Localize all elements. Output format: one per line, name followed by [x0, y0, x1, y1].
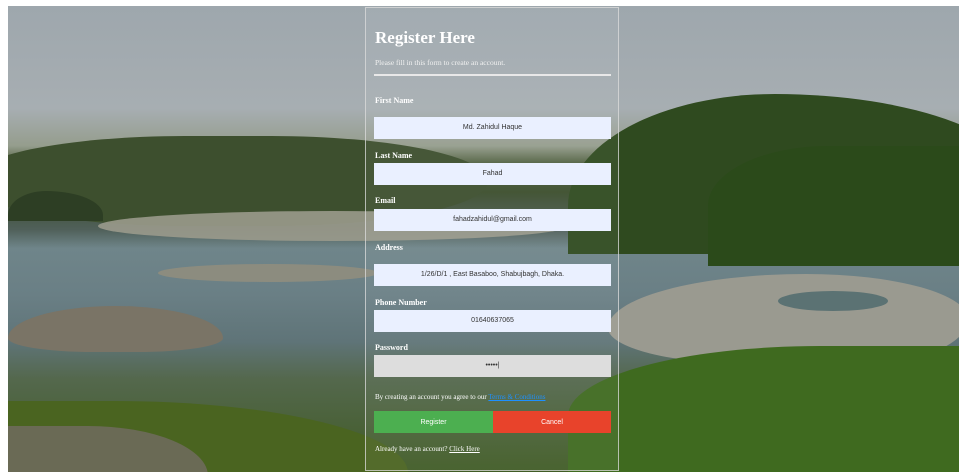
phone-number-input[interactable]: 01640637065	[374, 310, 611, 332]
signin-link[interactable]: Click Here	[449, 445, 480, 453]
hill-shape	[708, 146, 959, 266]
registration-form: Register Here Please fill in this form t…	[365, 7, 619, 471]
last-name-input[interactable]: Fahad	[374, 163, 611, 185]
form-subtitle: Please fill in this form to create an ac…	[375, 58, 506, 67]
terms-text: By creating an account you agree to our	[375, 393, 489, 401]
water-pool-shape	[778, 291, 888, 311]
grass-shape	[568, 346, 959, 472]
terms-notice: By creating an account you agree to our …	[375, 393, 545, 401]
rock-shape	[8, 306, 223, 352]
email-label: Email	[375, 196, 396, 205]
password-label: Password	[375, 343, 408, 352]
terms-link[interactable]: Terms & Conditions	[488, 393, 545, 401]
signin-text: Already have an account?	[375, 445, 450, 453]
first-name-label: First Name	[375, 96, 414, 105]
address-input[interactable]: 1/26/D/1 , East Basaboo, Shabujbagh, Dha…	[374, 264, 611, 286]
phone-number-label: Phone Number	[375, 298, 427, 307]
register-button[interactable]: Register	[374, 411, 493, 433]
signin-prompt: Already have an account? Click Here	[375, 445, 480, 453]
form-title: Register Here	[375, 28, 475, 47]
divider	[374, 74, 611, 76]
password-input[interactable]: •••••|	[374, 355, 611, 377]
address-label: Address	[375, 243, 403, 252]
last-name-label: Last Name	[375, 151, 413, 160]
first-name-input[interactable]: Md. Zahidul Haque	[374, 117, 611, 139]
email-input[interactable]: fahadzahidul@gmail.com	[374, 209, 611, 231]
cancel-button[interactable]: Cancel	[493, 411, 611, 433]
sandbar-shape	[158, 264, 378, 282]
